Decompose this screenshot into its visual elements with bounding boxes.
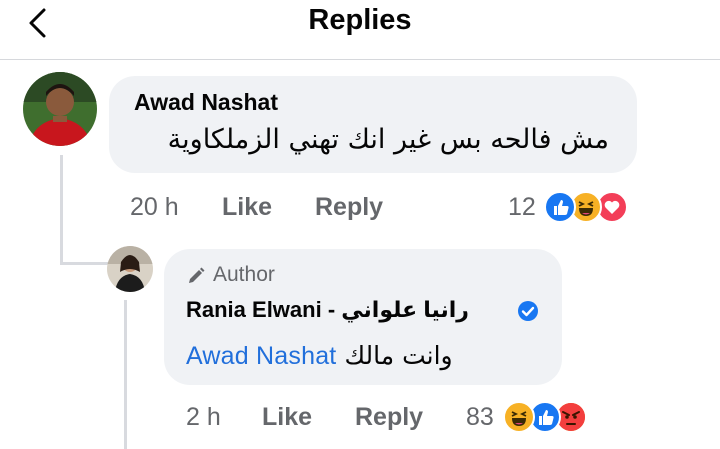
avatar[interactable] bbox=[107, 246, 153, 292]
comment-reply-button[interactable]: Reply bbox=[315, 193, 383, 222]
header-divider bbox=[0, 59, 720, 60]
reply-like-button[interactable]: Like bbox=[262, 403, 312, 432]
comment-author-name[interactable]: Awad Nashat bbox=[134, 89, 278, 116]
comment-reaction-count[interactable]: 12 bbox=[508, 193, 536, 222]
top-bar: Replies bbox=[0, 0, 720, 60]
reply-reply-button[interactable]: Reply bbox=[355, 403, 423, 432]
comment-text: مش فالحه بس غير انك تهني الزملكاوية bbox=[167, 124, 609, 155]
thread-line-continued bbox=[124, 300, 127, 449]
thread-line-branch bbox=[60, 262, 108, 265]
comment-bubble[interactable]: Awad Nashat مش فالحه بس غير انك تهني الز… bbox=[109, 76, 637, 173]
avatar[interactable] bbox=[23, 72, 97, 146]
reply-time: 2 h bbox=[186, 403, 221, 431]
reply-reaction-count[interactable]: 83 bbox=[466, 403, 494, 432]
reply-text: Awad Nashat وانت مالك bbox=[186, 341, 453, 371]
mention-link[interactable]: Awad Nashat bbox=[186, 342, 336, 370]
thread-line bbox=[60, 155, 63, 265]
reply-author-name[interactable]: Rania Elwani - رانيا علواني bbox=[186, 297, 469, 323]
verified-badge-icon bbox=[518, 301, 538, 321]
haha-reaction-icon[interactable] bbox=[503, 401, 535, 433]
like-reaction-icon[interactable] bbox=[544, 191, 576, 223]
page-title: Replies bbox=[308, 4, 412, 36]
author-badge-label: Author bbox=[213, 263, 275, 286]
comment-time: 20 h bbox=[130, 193, 179, 221]
comment-like-button[interactable]: Like bbox=[222, 193, 272, 222]
pen-icon bbox=[189, 267, 205, 283]
reply-body-text: وانت مالك bbox=[344, 341, 453, 370]
reply-bubble[interactable]: Author Rania Elwani - رانيا علواني Awad … bbox=[164, 249, 562, 385]
